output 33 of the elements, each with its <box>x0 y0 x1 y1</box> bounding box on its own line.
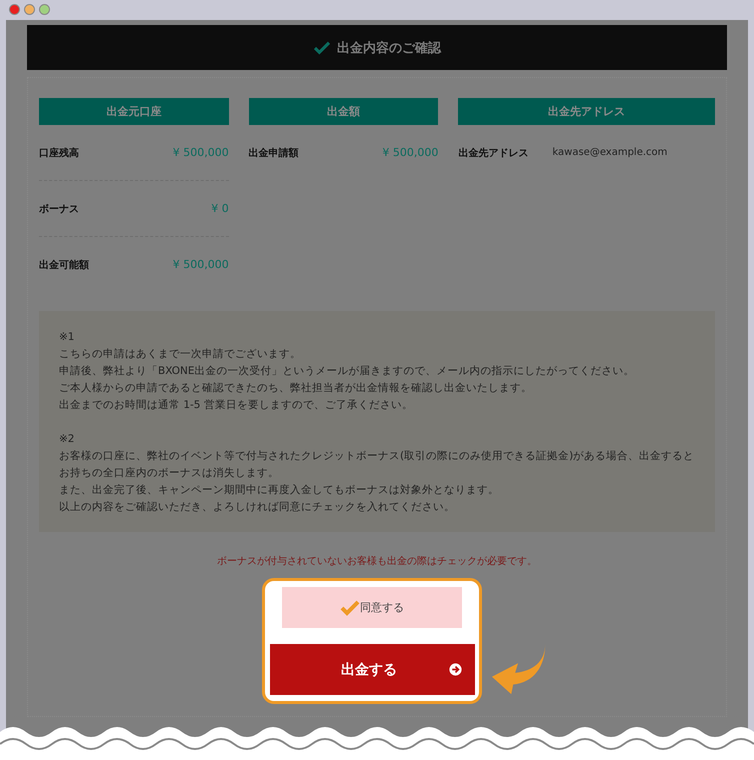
note-text: 以上の内容をご確認いただき、よろしければ同意にチェックを入れてください。 <box>59 500 456 515</box>
column-heading: 出金額 <box>248 98 438 125</box>
row-label: 出金可能額 <box>39 258 89 272</box>
row-value: ¥ 500,000 <box>382 146 438 159</box>
row-value: ¥ 0 <box>211 202 229 215</box>
note-text: 申請後、弊社より「BXONE出金の一次受付」というメールが届きますので、メール内の指示にしたがってください。 <box>59 364 636 379</box>
row-value: ¥ 500,000 <box>172 258 229 271</box>
close-icon[interactable] <box>9 4 20 14</box>
maximize-icon[interactable] <box>39 4 50 14</box>
row-label: ボーナス <box>39 202 79 216</box>
note-mark: ※1 <box>59 330 76 345</box>
note-mark: ※2 <box>59 432 76 447</box>
page-title: 出金内容のご確認 <box>337 40 441 56</box>
note-text: また、出金完了後、キャンペーン期間中に再度入金してもボーナスは対象外となります。 <box>59 483 500 498</box>
warning-text: ボーナスが付与されていないお客様も出金の際はチェックが必要です。 <box>216 554 538 568</box>
note-text: ご本人様からの申請であると確認できたのち、弊社担当者が出金情報を確認し出金いたします。 <box>59 381 533 396</box>
row-value: kawase@example.com <box>552 147 668 158</box>
row-label: 口座残高 <box>39 146 79 160</box>
agree-label: 同意する <box>360 600 404 615</box>
row-label: 出金先アドレス <box>458 146 528 160</box>
note-text: こちらの申請はあくまで一次申請でございます。 <box>59 347 302 362</box>
column-heading: 出金先アドレス <box>458 98 715 125</box>
column-heading: 出金元口座 <box>39 98 229 125</box>
checkmark-icon <box>340 600 360 616</box>
note-text: 出金までのお時間は通常 1-5 営業日を要しますので、ご了承ください。 <box>59 398 414 413</box>
minimize-icon[interactable] <box>24 4 35 14</box>
agree-checkbox[interactable]: 同意する <box>282 587 462 628</box>
withdraw-button[interactable]: 出金する <box>270 644 474 695</box>
arrow-circle-icon <box>448 663 462 676</box>
note-text: お客様の口座に、弊社のイベント等で付与されたクレジットボーナス(取引の際にのみ使用できる証拠金)がある場合、出金するとお持ちの全口座内のボーナスは消失します。 <box>59 449 695 481</box>
row-label: 出金申請額 <box>248 146 299 160</box>
checkmark-icon <box>313 40 331 54</box>
row-value: ¥ 500,000 <box>172 146 229 159</box>
